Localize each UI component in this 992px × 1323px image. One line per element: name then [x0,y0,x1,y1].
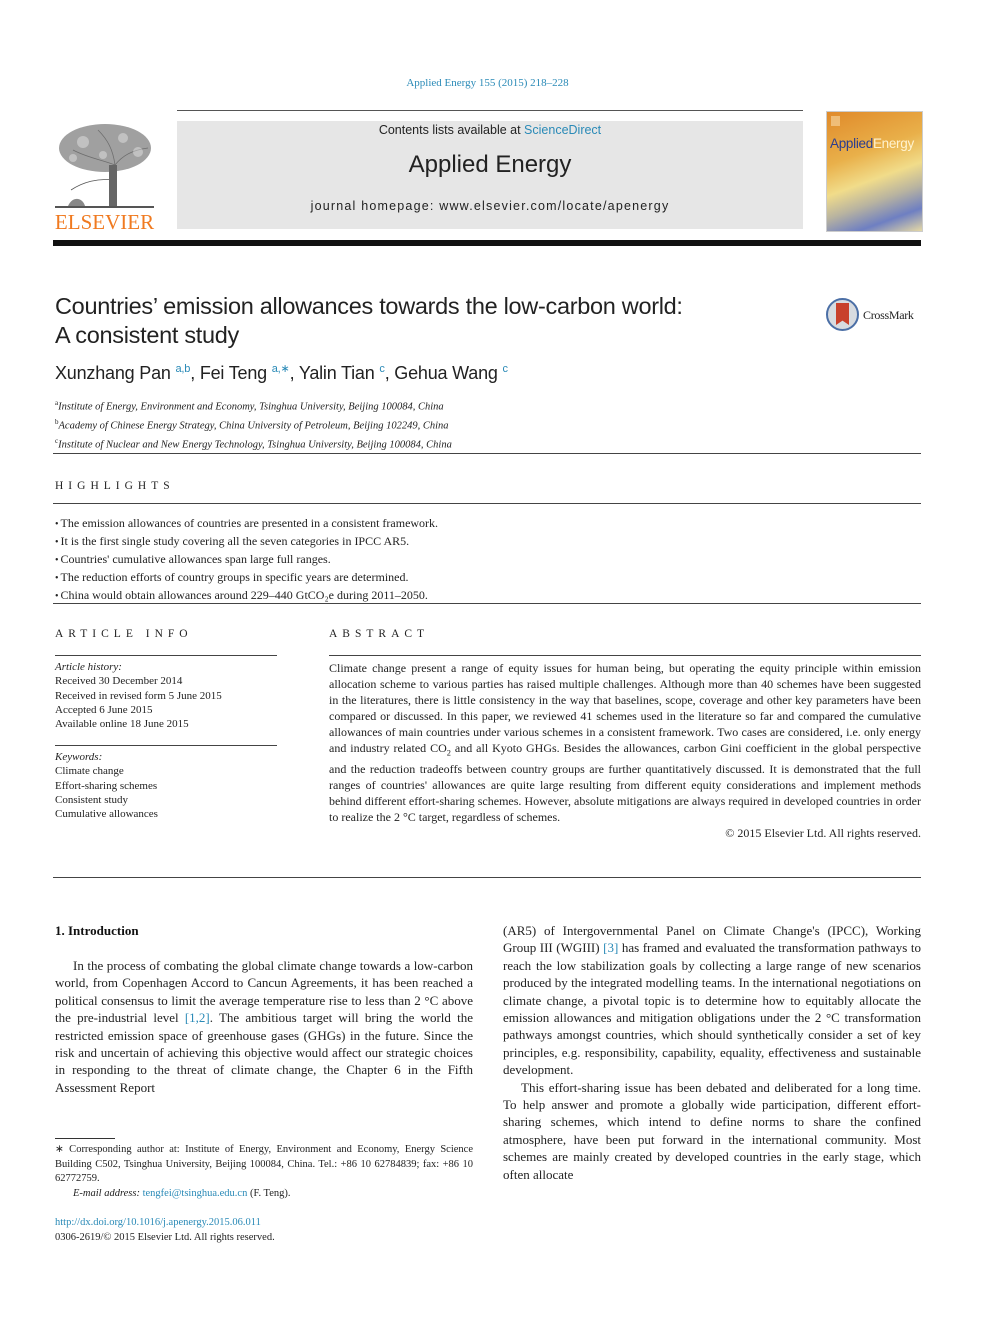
footnote-rule [55,1138,115,1139]
crossmark-button[interactable]: CrossMark [826,298,926,334]
corresponding-author-note: ∗ Corresponding author at: Institute of … [55,1144,473,1184]
journal-cover-image[interactable]: AppliedEnergy [826,111,923,232]
highlight-item: Countries' cumulative allowances span la… [55,551,438,569]
highlight-item: The reduction efforts of country groups … [55,569,438,587]
keyword: Consistent study [55,793,129,806]
reference-link[interactable]: [1,2] [185,1010,210,1025]
elsevier-wordmark: ELSEVIER [54,210,155,234]
keyword: Cumulative allowances [55,808,158,821]
abstract-heading: ABSTRACT [329,628,430,640]
author[interactable]: Yalin Tian c [299,363,385,383]
footnote: ∗ Corresponding author at: Institute of … [55,1144,473,1199]
paragraph: (AR5) of Intergovernmental Panel on Clim… [503,923,921,1078]
history-item: Received in revised form 5 June 2015 [55,689,222,702]
divider [55,655,277,656]
history-item: Received 30 December 2014 [55,675,183,688]
divider [53,503,921,504]
keyword: Climate change [55,765,124,778]
cover-publisher-icon [831,116,840,126]
divider [53,877,921,878]
doi-block: http://dx.doi.org/10.1016/j.apenergy.201… [55,1216,275,1245]
abstract-copyright: © 2015 Elsevier Ltd. All rights reserved… [725,826,921,841]
author-affiliation-link[interactable]: a,∗ [272,363,290,375]
keywords: Keywords: Climate change Effort-sharing … [55,750,277,821]
abstract-body: Climate change present a range of equity… [329,661,921,841]
sciencedirect-link[interactable]: ScienceDirect [524,123,601,137]
affiliation: aInstitute of Energy, Environment and Ec… [55,399,444,413]
highlight-item: It is the first single study covering al… [55,533,438,551]
doi-link[interactable]: http://dx.doi.org/10.1016/j.apenergy.201… [55,1217,261,1228]
article-history: Article history: Received 30 December 20… [55,660,277,731]
header-rule [177,110,803,111]
journal-title: Applied Energy [408,151,572,178]
author-affiliation-link[interactable]: a,b [176,363,191,375]
issn-line: 0306-2619/© 2015 Elsevier Ltd. All right… [55,1231,275,1243]
elsevier-tree-icon [55,124,154,209]
author[interactable]: Gehua Wang c [394,363,508,383]
affiliations: aInstitute of Energy, Environment and Ec… [55,396,452,453]
highlights-list: The emission allowances of countries are… [55,515,439,605]
divider [53,603,921,604]
cover-title: AppliedEnergy [830,136,914,151]
journal-homepage[interactable]: journal homepage: www.elsevier.com/locat… [177,199,803,213]
article-title: Countries’ emission allowances towards t… [55,293,683,348]
highlights-heading: HIGHLIGHTS [55,480,175,492]
journal-masthead: Contents lists available at ScienceDirec… [177,121,803,229]
body-column-left: In the process of combating the global c… [55,957,473,1096]
affiliation: cInstitute of Nuclear and New Energy Tec… [55,437,452,451]
highlight-item: The emission allowances of countries are… [55,515,439,533]
elsevier-logo[interactable]: ELSEVIER [53,120,156,235]
divider [53,453,921,454]
author[interactable]: Xunzhang Pan a,b [55,363,190,383]
affiliation: bAcademy of Chinese Energy Strategy, Chi… [55,418,449,432]
paragraph: In the process of combating the global c… [55,958,473,1095]
author-affiliation-link[interactable]: c [503,363,509,375]
paragraph: This effort-sharing issue has been debat… [503,1079,921,1182]
reference-link[interactable]: [3] [603,940,618,955]
masthead-divider [53,240,921,246]
body-column-right: (AR5) of Intergovernmental Panel on Clim… [503,922,921,1183]
journal-citation[interactable]: Applied Energy 155 (2015) 218–228 [0,77,975,89]
article-info-heading: ARTICLE INFO [55,628,193,640]
history-item: Available online 18 June 2015 [55,718,189,731]
email-link[interactable]: tengfei@tsinghua.edu.cn [143,1188,248,1199]
keyword: Effort-sharing schemes [55,779,158,792]
divider [55,745,277,746]
contents-line: Contents lists available at ScienceDirec… [378,123,602,137]
author-list: Xunzhang Pan a,b, Fei Teng a,∗, Yalin Ti… [55,363,508,383]
history-item: Accepted 6 June 2015 [55,703,153,716]
introduction-heading: 1. Introduction [55,923,139,938]
divider [329,655,921,656]
author[interactable]: Fei Teng a,∗ [200,363,290,383]
